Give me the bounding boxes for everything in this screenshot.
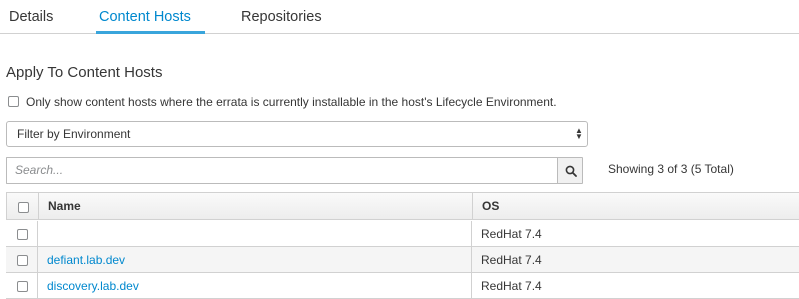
row-checkbox[interactable] <box>17 281 28 292</box>
result-count: Showing 3 of 3 (5 Total) <box>608 162 734 176</box>
section-title: Apply To Content Hosts <box>6 64 163 81</box>
table-row: RedHat 7.4 <box>6 221 799 247</box>
table-row: defiant.lab.dev RedHat 7.4 <box>6 247 799 273</box>
tab-repositories[interactable]: Repositories <box>241 0 322 34</box>
installable-only-checkbox[interactable] <box>8 96 19 107</box>
table-header: Name OS <box>6 192 799 220</box>
installable-only-label[interactable]: Only show content hosts where the errata… <box>26 95 557 109</box>
host-os: RedHat 7.4 <box>481 227 542 241</box>
environment-filter-select[interactable]: Filter by Environment ▲ ▼ <box>6 121 588 147</box>
active-tab-indicator <box>96 31 205 34</box>
column-header-os[interactable]: OS <box>473 193 799 219</box>
table-row: discovery.lab.dev RedHat 7.4 <box>6 273 799 299</box>
host-name-link[interactable]: defiant.lab.dev <box>38 247 472 272</box>
column-header-name[interactable]: Name <box>39 193 473 219</box>
row-checkbox-cell <box>6 221 38 246</box>
host-name-link[interactable]: discovery.lab.dev <box>38 273 472 298</box>
row-checkbox-cell <box>6 273 38 298</box>
select-arrows-icon: ▲ ▼ <box>575 126 583 141</box>
tab-content-hosts[interactable]: Content Hosts <box>99 0 191 34</box>
host-name-link[interactable] <box>38 221 472 246</box>
host-os: RedHat 7.4 <box>481 253 542 267</box>
row-checkbox[interactable] <box>17 255 28 266</box>
row-checkbox[interactable] <box>17 229 28 240</box>
search-input[interactable]: Search... <box>6 157 557 184</box>
host-os: RedHat 7.4 <box>481 279 542 293</box>
select-all-checkbox[interactable] <box>18 202 29 213</box>
environment-filter-value: Filter by Environment <box>17 127 131 141</box>
tab-bar: Details Content Hosts Repositories <box>0 0 799 34</box>
row-checkbox-cell <box>6 247 38 272</box>
tab-details[interactable]: Details <box>9 0 53 34</box>
search-icon <box>565 165 577 177</box>
search-button[interactable] <box>557 157 583 184</box>
select-all-cell <box>7 193 39 219</box>
